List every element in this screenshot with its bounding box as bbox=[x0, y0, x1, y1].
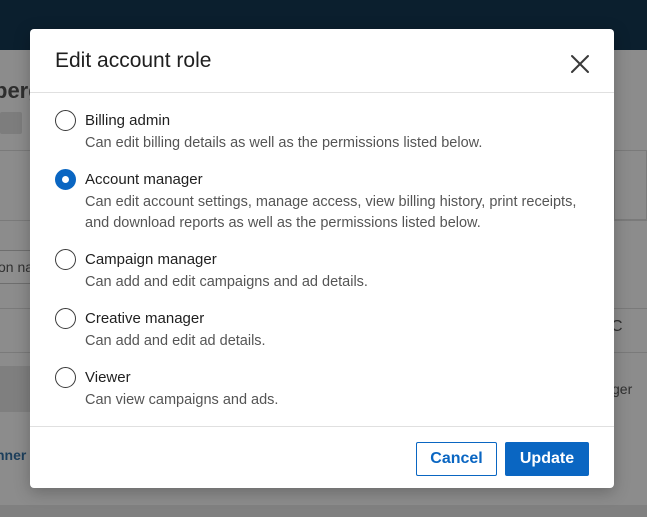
edit-account-role-dialog: Edit account role Billing admin Can edit… bbox=[30, 29, 614, 488]
role-option-label: Creative manager bbox=[85, 310, 205, 327]
update-button[interactable]: Update bbox=[505, 442, 589, 476]
role-option-description: Can add and edit campaigns and ad detail… bbox=[85, 274, 368, 290]
background-card bbox=[614, 150, 647, 220]
background-table-row bbox=[0, 366, 30, 412]
close-button[interactable] bbox=[565, 49, 595, 79]
background-input-text: on na bbox=[0, 259, 34, 275]
background-link: nner bbox=[0, 447, 27, 463]
dialog-footer: Cancel Update bbox=[30, 426, 614, 488]
dialog-title: Edit account role bbox=[55, 49, 212, 72]
role-option-description: Can add and edit ad details. bbox=[85, 333, 266, 349]
role-option-description: Can view campaigns and ads. bbox=[85, 392, 279, 408]
background-chip bbox=[0, 112, 22, 134]
viewer-radio[interactable] bbox=[55, 367, 76, 388]
role-option-description: Can edit billing details as well as the … bbox=[85, 135, 483, 151]
role-option-label: Campaign manager bbox=[85, 251, 217, 268]
close-icon bbox=[571, 55, 589, 73]
background-row-text: ger bbox=[612, 381, 633, 397]
role-option-label: Account manager bbox=[85, 171, 203, 188]
dialog-header: Edit account role bbox=[30, 29, 614, 93]
background-footer bbox=[0, 505, 647, 517]
role-option-label: Billing admin bbox=[85, 112, 171, 129]
account-manager-radio[interactable] bbox=[55, 169, 76, 190]
creative-manager-radio[interactable] bbox=[55, 308, 76, 329]
campaign-manager-radio[interactable] bbox=[55, 249, 76, 270]
role-option-label: Viewer bbox=[85, 369, 131, 386]
cancel-button[interactable]: Cancel bbox=[416, 442, 497, 476]
role-option-description: Can edit account settings, manage access… bbox=[85, 194, 577, 231]
billing-admin-radio[interactable] bbox=[55, 110, 76, 131]
